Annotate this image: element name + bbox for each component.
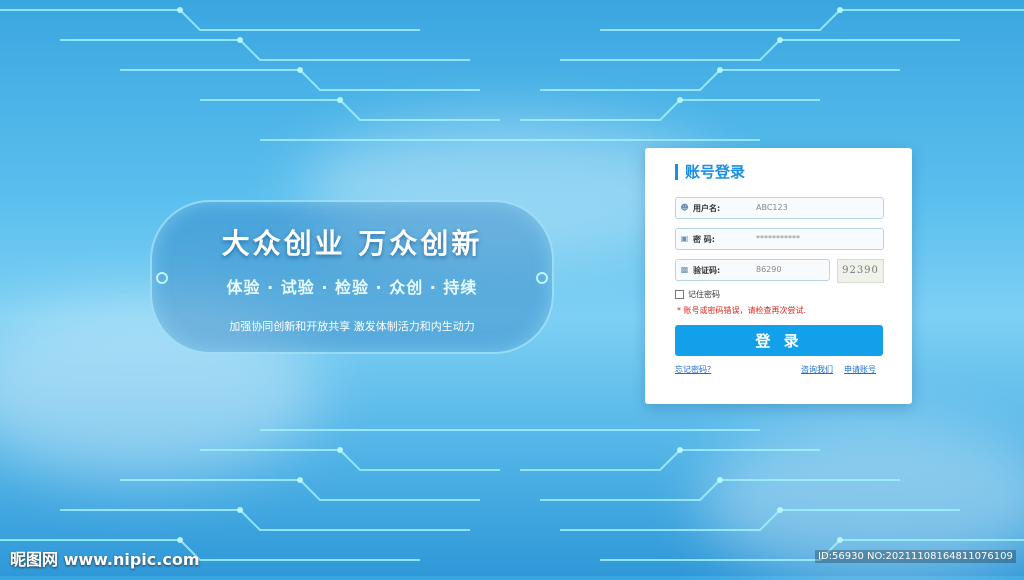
- banner-headline: 大众创业 万众创新: [221, 227, 483, 260]
- username-label: 用户名:: [693, 204, 721, 213]
- remember-checkbox[interactable]: [675, 290, 684, 299]
- error-message: * 账号或密码错误，请检查再次尝试.: [677, 306, 807, 315]
- circuit-top-decoration: [0, 7, 1024, 141]
- password-input[interactable]: [756, 231, 876, 245]
- username-input[interactable]: [756, 200, 876, 214]
- register-link[interactable]: 申请账号: [844, 364, 876, 375]
- username-field[interactable]: ☻ 用户名:: [675, 197, 884, 219]
- watermark-right: ID:56930 NO:20211108164811076109: [815, 550, 1016, 563]
- login-button[interactable]: 登 录: [675, 325, 883, 356]
- forgot-password-link[interactable]: 忘记密码?: [675, 364, 711, 375]
- password-label: 密 码:: [693, 235, 715, 244]
- captcha-field[interactable]: ▩ 验证码:: [675, 259, 830, 281]
- captcha-label: 验证码:: [693, 266, 721, 275]
- password-field[interactable]: ▣ 密 码:: [675, 228, 884, 250]
- captcha-image[interactable]: 92390: [837, 259, 884, 283]
- shield-icon: ▩: [680, 265, 689, 274]
- consult-link[interactable]: 咨询我们: [801, 364, 833, 375]
- remember-password[interactable]: 记住密码: [675, 289, 720, 300]
- login-card: 账号登录 ☻ 用户名: ▣ 密 码: ▩ 验证码: 92390 记住密码 * 账…: [645, 148, 912, 404]
- lock-icon: ▣: [680, 234, 689, 243]
- banner-subline: 体验 · 试验 · 检验 · 众创 · 持续: [226, 278, 478, 297]
- user-icon: ☻: [680, 203, 689, 212]
- login-title: 账号登录: [675, 164, 745, 180]
- banner-tagline: 加强协同创新和开放共享 激发体制活力和内生动力: [229, 320, 475, 333]
- captcha-input[interactable]: [756, 262, 822, 276]
- watermark-left: 昵图网 www.nipic.com: [10, 550, 200, 569]
- remember-label: 记住密码: [688, 290, 720, 299]
- slogan-banner: 大众创业 万众创新 体验 · 试验 · 检验 · 众创 · 持续 加强协同创新和…: [150, 200, 554, 354]
